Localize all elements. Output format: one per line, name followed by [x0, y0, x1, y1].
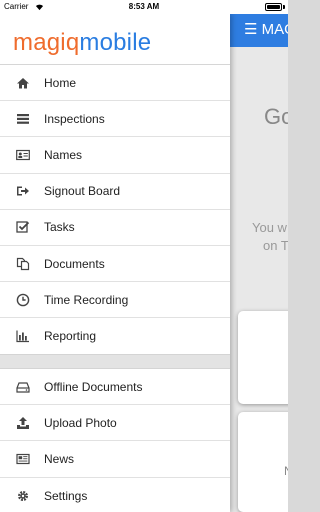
primary-menu: Home Inspections Names Signout Board Tas… — [0, 65, 230, 355]
info-text-line-2: on T — [263, 238, 288, 253]
hard-drive-icon — [16, 380, 30, 394]
secondary-menu: Offline Documents Upload Photo News Sett… — [0, 369, 230, 512]
menu-item-documents[interactable]: Documents — [0, 246, 230, 283]
menu-item-label: Settings — [44, 488, 88, 503]
info-text-line-1: You w — [252, 220, 287, 235]
menu-item-label: Time Recording — [44, 292, 129, 307]
menu-item-label: Documents — [44, 256, 105, 271]
checkbox-icon — [16, 220, 30, 234]
newspaper-icon — [16, 452, 30, 466]
app-screen: ☰ MAG Go You w on T N Carrier 8:53 AM ma… — [0, 0, 288, 512]
menu-item-home[interactable]: Home — [0, 65, 230, 102]
battery-icon — [265, 3, 282, 11]
documents-icon — [16, 257, 30, 271]
dashboard-card[interactable]: N — [238, 412, 288, 512]
menu-item-upload-photo[interactable]: Upload Photo — [0, 405, 230, 442]
menu-item-label: Upload Photo — [44, 415, 117, 430]
menu-item-names[interactable]: Names — [0, 137, 230, 174]
menu-item-label: News — [44, 451, 75, 466]
battery-tip — [283, 5, 285, 9]
status-bar: Carrier 8:53 AM — [0, 0, 288, 14]
sign-out-icon — [16, 184, 30, 198]
upload-icon — [16, 416, 30, 430]
menu-item-signout-board[interactable]: Signout Board — [0, 174, 230, 210]
menu-item-label: Inspections — [44, 111, 105, 126]
app-logo: magiqmobile — [13, 29, 152, 56]
menu-item-offline-documents[interactable]: Offline Documents — [0, 369, 230, 406]
menu-item-reporting[interactable]: Reporting — [0, 318, 230, 354]
card-text: N — [284, 464, 288, 478]
clock-time: 8:53 AM — [128, 2, 160, 11]
id-card-icon — [16, 148, 30, 162]
greeting-text: Go — [264, 104, 288, 129]
menu-item-label: Tasks — [44, 220, 75, 235]
menu-item-label: Reporting — [44, 329, 97, 344]
menu-item-label: Offline Documents — [44, 379, 143, 394]
menu-item-inspections[interactable]: Inspections — [0, 101, 230, 138]
menu-item-label: Names — [44, 147, 83, 162]
gear-icon — [16, 489, 30, 503]
menu-item-time-recording[interactable]: Time Recording — [0, 282, 230, 319]
navigation-drawer: magiqmobile Home Inspections Names Signo… — [0, 14, 230, 512]
section-divider — [0, 354, 230, 369]
menu-button[interactable]: ☰ MAG — [244, 20, 288, 38]
dashboard-card[interactable] — [238, 311, 288, 404]
menu-item-tasks[interactable]: Tasks — [0, 210, 230, 246]
menu-item-news[interactable]: News — [0, 441, 230, 478]
menu-item-settings[interactable]: Settings — [0, 478, 230, 512]
home-icon — [16, 76, 30, 90]
menu-item-label: Home — [44, 75, 77, 90]
inspections-icon — [16, 112, 30, 126]
menu-item-label: Signout Board — [44, 184, 121, 199]
clock-icon — [16, 293, 30, 307]
bar-chart-icon — [16, 329, 30, 343]
